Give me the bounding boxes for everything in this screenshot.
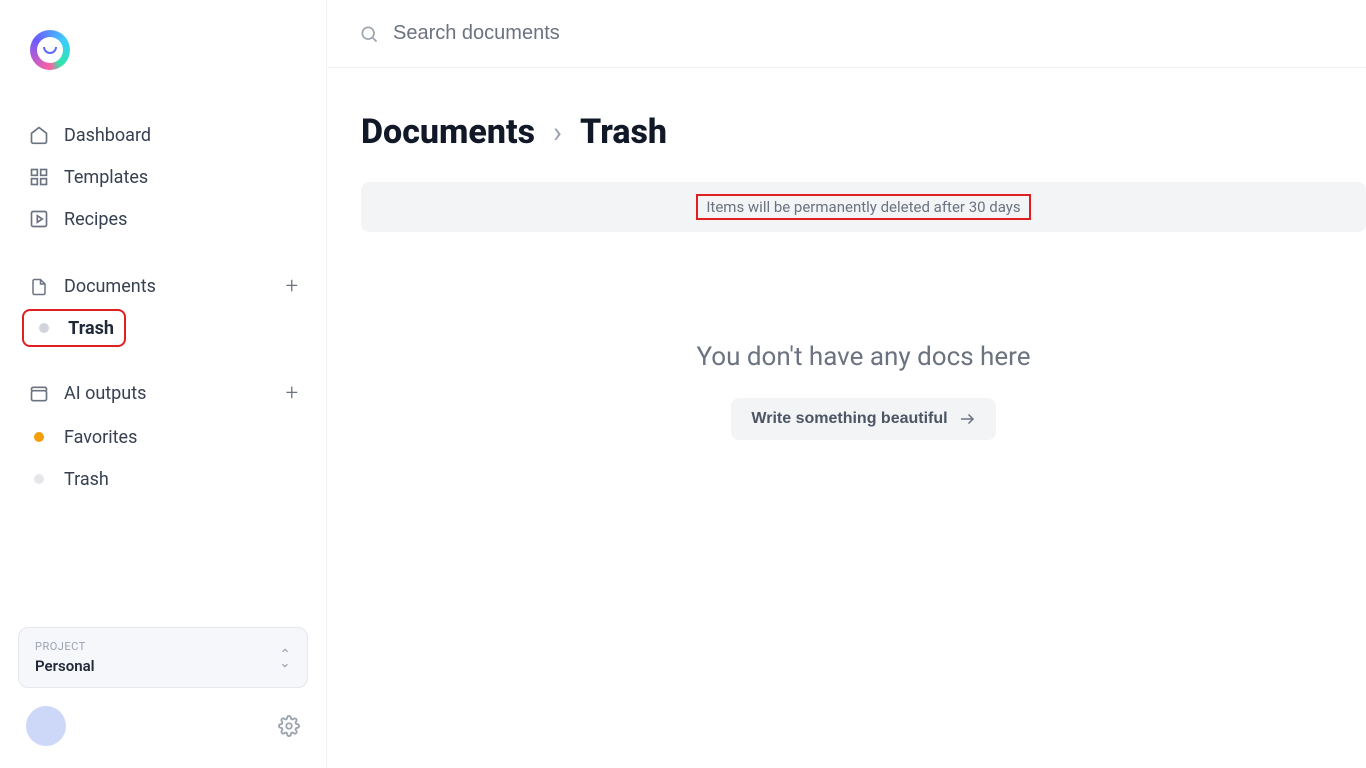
- sidebar-item-documents[interactable]: Documents +: [18, 264, 308, 309]
- sidebar-item-recipes[interactable]: Recipes: [18, 198, 308, 240]
- avatar[interactable]: [26, 706, 66, 746]
- search-bar: [327, 0, 1366, 68]
- sidebar-item-trash[interactable]: Trash: [22, 309, 126, 347]
- empty-state: You don't have any docs here Write somet…: [361, 342, 1366, 440]
- sidebar-footer: [0, 706, 326, 768]
- search-icon: [359, 24, 379, 44]
- label: Templates: [64, 167, 148, 188]
- logo-area: [0, 0, 326, 70]
- breadcrumb-root[interactable]: Documents: [361, 112, 535, 152]
- label: AI outputs: [64, 383, 146, 404]
- search-input[interactable]: [393, 22, 893, 45]
- sidebar-item-trash-2[interactable]: Trash: [18, 458, 308, 500]
- project-selector[interactable]: PROJECT Personal ⌃⌃: [18, 627, 308, 688]
- label: Trash: [68, 318, 114, 339]
- write-button-label: Write something beautiful: [751, 410, 947, 428]
- app-logo[interactable]: [30, 30, 70, 70]
- project-caption: PROJECT: [35, 640, 95, 653]
- play-square-icon: [28, 208, 50, 230]
- box-icon: [28, 383, 50, 405]
- label: Recipes: [64, 209, 127, 230]
- label: Dashboard: [64, 125, 151, 146]
- sidebar-item-ai-outputs[interactable]: AI outputs +: [18, 371, 308, 416]
- label: Documents: [64, 276, 156, 297]
- add-ai-output-button[interactable]: +: [286, 381, 298, 406]
- write-something-button[interactable]: Write something beautiful: [731, 398, 995, 440]
- label: Trash: [64, 469, 109, 490]
- sidebar-nav: Dashboard Templates Recipes Documents + …: [0, 70, 326, 500]
- breadcrumb: Documents › Trash: [361, 112, 1366, 152]
- breadcrumb-leaf: Trash: [580, 112, 667, 152]
- sidebar: Dashboard Templates Recipes Documents + …: [0, 0, 327, 768]
- dot-icon: [28, 468, 50, 490]
- dot-icon: [34, 317, 54, 339]
- chevron-right-icon: ›: [553, 115, 562, 150]
- main-area: Documents › Trash Items will be permanen…: [327, 0, 1366, 768]
- content: Documents › Trash Items will be permanen…: [327, 68, 1366, 440]
- dot-icon: [28, 426, 50, 448]
- banner-text: Items will be permanently deleted after …: [696, 194, 1030, 220]
- label: Favorites: [64, 427, 137, 448]
- home-icon: [28, 124, 50, 146]
- grid-icon: [28, 166, 50, 188]
- chevron-up-down-icon: ⌃⌃: [279, 652, 291, 664]
- project-value: Personal: [35, 657, 95, 675]
- document-icon: [28, 276, 50, 298]
- sidebar-item-templates[interactable]: Templates: [18, 156, 308, 198]
- sidebar-item-dashboard[interactable]: Dashboard: [18, 114, 308, 156]
- sidebar-item-favorites[interactable]: Favorites: [18, 416, 308, 458]
- arrow-right-icon: [958, 410, 976, 428]
- info-banner: Items will be permanently deleted after …: [361, 182, 1366, 232]
- gear-icon[interactable]: [278, 715, 300, 737]
- add-document-button[interactable]: +: [286, 274, 298, 299]
- empty-title: You don't have any docs here: [361, 342, 1366, 372]
